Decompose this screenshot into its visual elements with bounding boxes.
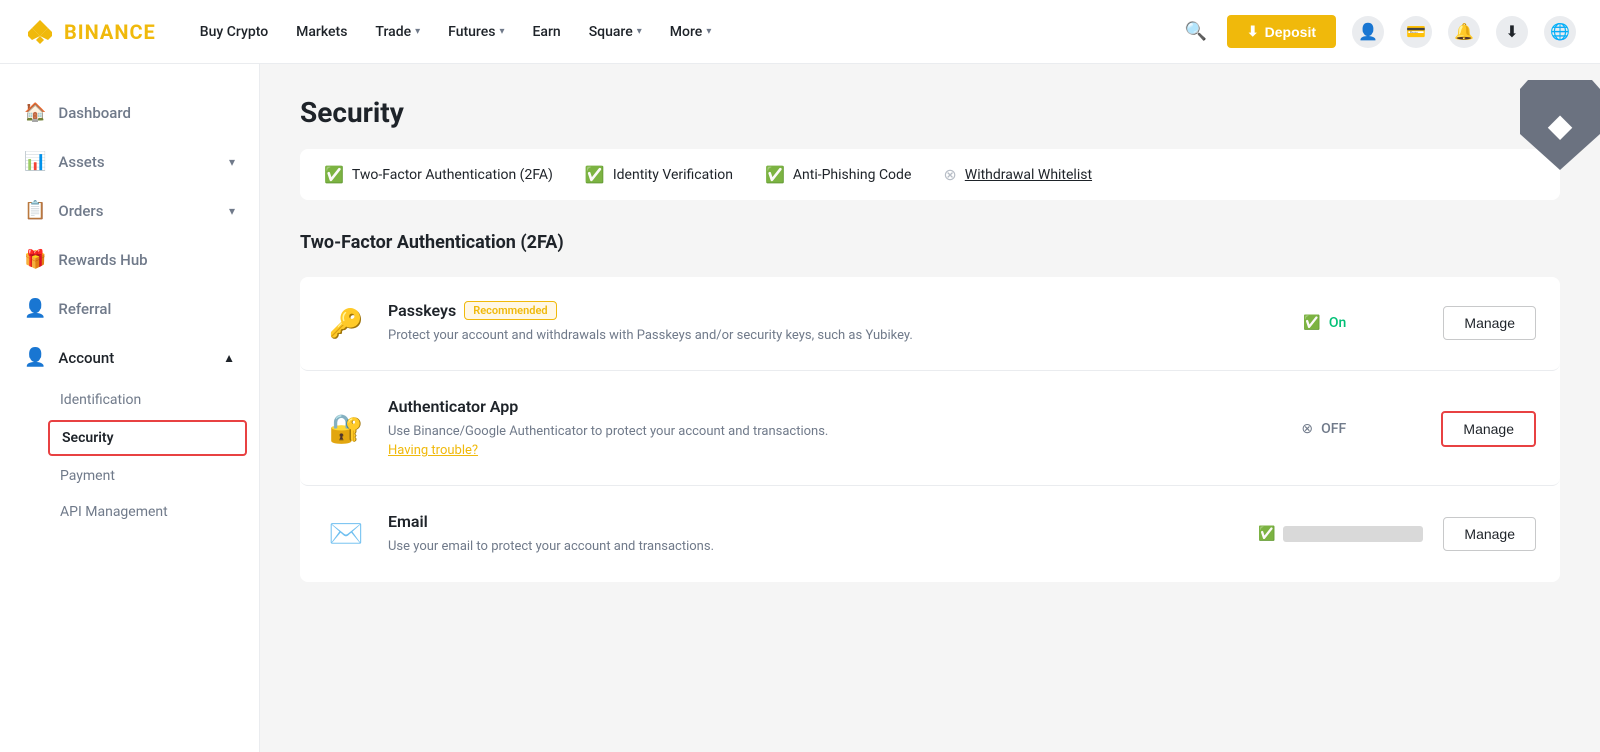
circle-icon-withdrawal: ⊗ (943, 165, 956, 184)
status-identity: ✅ Identity Verification (585, 165, 733, 184)
passkeys-status: ✅ On (1303, 315, 1423, 331)
recommended-badge: Recommended (464, 301, 556, 320)
sidebar-sub-security[interactable]: Security (48, 420, 247, 456)
square-chevron-icon: ▾ (637, 26, 642, 37)
sidebar-item-dashboard[interactable]: 🏠 Dashboard (0, 88, 259, 137)
check-icon-antiphishing: ✅ (765, 165, 785, 184)
authenticator-icon: 🔐 (324, 407, 368, 451)
passkeys-card: 🔑 Passkeys Recommended Protect your acco… (300, 277, 1560, 371)
nav-futures[interactable]: Futures ▾ (436, 16, 516, 48)
deposit-button[interactable]: ⬇ Deposit (1227, 15, 1336, 48)
email-status: ✅ (1258, 526, 1423, 542)
badge-alert-icon: ! (1577, 147, 1600, 175)
main-content: Security ✅ Two-Factor Authentication (2F… (260, 64, 1600, 752)
orders-icon: 📋 (24, 200, 46, 221)
nav-square[interactable]: Square ▾ (577, 16, 654, 48)
sidebar-sub-payment[interactable]: Payment (0, 458, 259, 494)
sidebar-sub-api[interactable]: API Management (0, 494, 259, 530)
sidebar: 🏠 Dashboard 📊 Assets ▾ 📋 Orders ▾ 🎁 Rewa… (0, 64, 260, 752)
nav-actions: 🔍 ⬇ Deposit 👤 💳 🔔 ⬇ 🌐 (1181, 15, 1577, 48)
nav-links: Buy Crypto Markets Trade ▾ Futures ▾ Ear… (188, 16, 1181, 48)
status-antiphishing: ✅ Anti-Phishing Code (765, 165, 911, 184)
futures-chevron-icon: ▾ (499, 26, 504, 37)
status-withdrawal: ⊗ Withdrawal Whitelist (943, 165, 1092, 184)
passkeys-desc: Protect your account and withdrawals wit… (388, 326, 1283, 346)
logo[interactable]: BINANCE (24, 16, 156, 48)
authenticator-info: Authenticator App Use Binance/Google Aut… (388, 397, 1281, 461)
shield-badge: ◆ ! (1520, 80, 1600, 170)
deposit-icon: ⬇ (1247, 23, 1259, 40)
security-status-bar: ✅ Two-Factor Authentication (2FA) ✅ Iden… (300, 149, 1560, 200)
download-icon[interactable]: ⬇ (1496, 16, 1528, 48)
email-manage-button[interactable]: Manage (1443, 517, 1536, 551)
email-masked-value (1283, 526, 1423, 542)
authenticator-title: Authenticator App (388, 397, 1281, 416)
section-title-2fa: Two-Factor Authentication (2FA) (300, 232, 1560, 253)
globe-icon[interactable]: 🌐 (1544, 16, 1576, 48)
nav-earn[interactable]: Earn (521, 16, 573, 48)
passkeys-manage-button[interactable]: Manage (1443, 306, 1536, 340)
circle-icon-auth: ⊗ (1301, 421, 1313, 437)
withdrawal-whitelist-link[interactable]: Withdrawal Whitelist (965, 167, 1092, 183)
shield-diamond-icon: ◆ (1548, 106, 1573, 144)
rewards-icon: 🎁 (24, 249, 46, 270)
more-chevron-icon: ▾ (706, 26, 711, 37)
sidebar-item-orders[interactable]: 📋 Orders ▾ (0, 186, 259, 235)
nav-more[interactable]: More ▾ (658, 16, 724, 48)
trade-chevron-icon: ▾ (415, 26, 420, 37)
check-icon-email: ✅ (1258, 526, 1275, 542)
nav-trade[interactable]: Trade ▾ (363, 16, 432, 48)
sidebar-sub-identification[interactable]: Identification (0, 382, 259, 418)
nav-buy-crypto[interactable]: Buy Crypto (188, 16, 280, 48)
search-button[interactable]: 🔍 (1181, 17, 1211, 46)
assets-icon: 📊 (24, 151, 46, 172)
authenticator-status: ⊗ OFF (1301, 421, 1421, 437)
assets-chevron-icon: ▾ (229, 155, 235, 169)
authenticator-manage-button[interactable]: Manage (1441, 411, 1536, 447)
top-navigation: BINANCE Buy Crypto Markets Trade ▾ Futur… (0, 0, 1600, 64)
passkeys-icon: 🔑 (324, 301, 368, 345)
email-title: Email (388, 512, 1238, 531)
check-icon-identity: ✅ (585, 165, 605, 184)
authenticator-card: 🔐 Authenticator App Use Binance/Google A… (300, 373, 1560, 486)
profile-icon[interactable]: 👤 (1352, 16, 1384, 48)
page-title: Security (300, 96, 1560, 129)
check-icon-passkeys: ✅ (1303, 315, 1320, 331)
passkeys-info: Passkeys Recommended Protect your accoun… (388, 301, 1283, 346)
status-2fa: ✅ Two-Factor Authentication (2FA) (324, 165, 553, 184)
sidebar-item-rewards[interactable]: 🎁 Rewards Hub (0, 235, 259, 284)
email-card: ✉️ Email Use your email to protect your … (300, 488, 1560, 581)
check-icon-2fa: ✅ (324, 165, 344, 184)
email-info: Email Use your email to protect your acc… (388, 512, 1238, 557)
sidebar-item-account[interactable]: 👤 Account ▲ (0, 333, 259, 382)
nav-markets[interactable]: Markets (284, 16, 359, 48)
sidebar-item-referral[interactable]: 👤 Referral (0, 284, 259, 333)
wallet-icon[interactable]: 💳 (1400, 16, 1432, 48)
notification-icon[interactable]: 🔔 (1448, 16, 1480, 48)
passkeys-title: Passkeys Recommended (388, 301, 1283, 320)
referral-icon: 👤 (24, 298, 46, 319)
page-layout: 🏠 Dashboard 📊 Assets ▾ 📋 Orders ▾ 🎁 Rewa… (0, 64, 1600, 752)
security-cards-container: 🔑 Passkeys Recommended Protect your acco… (300, 277, 1560, 582)
dashboard-icon: 🏠 (24, 102, 46, 123)
authenticator-desc: Use Binance/Google Authenticator to prot… (388, 422, 1281, 461)
binance-badge: ◆ ! (1520, 80, 1600, 180)
account-icon: 👤 (24, 347, 46, 368)
account-chevron-icon: ▲ (223, 351, 235, 365)
having-trouble-link[interactable]: Having trouble? (388, 443, 478, 458)
email-desc: Use your email to protect your account a… (388, 537, 1238, 557)
orders-chevron-icon: ▾ (229, 204, 235, 218)
email-icon: ✉️ (324, 512, 368, 556)
sidebar-item-assets[interactable]: 📊 Assets ▾ (0, 137, 259, 186)
logo-text: BINANCE (64, 20, 156, 44)
